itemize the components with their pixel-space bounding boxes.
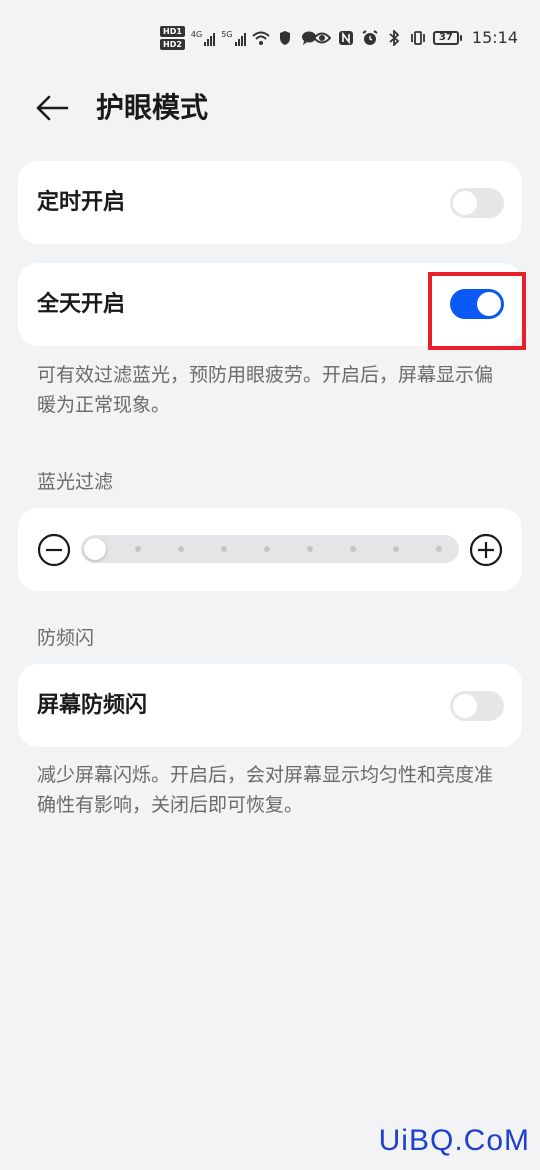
- arrow-left-icon[interactable]: [35, 95, 69, 121]
- nfc-icon: [337, 29, 355, 47]
- scheduled-toggle[interactable]: [450, 188, 504, 218]
- status-right-icons: 37 15:14: [312, 28, 518, 47]
- hd-badge-1: HD1: [160, 26, 185, 37]
- blue-light-slider[interactable]: [81, 535, 459, 563]
- status-left-icons: HD1 HD2 4G 5G: [160, 26, 318, 50]
- scheduled-label: 定时开启: [37, 190, 126, 215]
- hd-badge-2: HD2: [160, 39, 185, 50]
- blue-light-section-title: 蓝光过滤: [37, 471, 114, 493]
- plus-circle-icon[interactable]: [469, 533, 503, 567]
- flicker-label: 屏幕防频闪: [37, 693, 148, 718]
- highlight-box: [428, 272, 526, 350]
- status-bar: HD1 HD2 4G 5G 37 15:14: [0, 20, 540, 60]
- flicker-card[interactable]: 屏幕防频闪: [18, 664, 522, 747]
- blue-light-card: [18, 508, 522, 591]
- watermark: UiBQ.CoM: [378, 1124, 530, 1157]
- slider-thumb[interactable]: [84, 538, 106, 560]
- page-header: 护眼模式: [0, 78, 540, 138]
- signal-4g-icon: 4G: [191, 30, 216, 46]
- hd-badges: HD1 HD2: [160, 26, 185, 50]
- all-day-description: 可有效过滤蓝光，预防用眼疲劳。开启后，屏幕显示偏暖为正常现象。: [37, 364, 494, 416]
- bluetooth-icon: [385, 29, 403, 47]
- wifi-icon: [251, 29, 270, 47]
- shield-icon: [276, 29, 294, 47]
- signal-5g-icon: 5G: [221, 30, 246, 46]
- flicker-description: 减少屏幕闪烁。开启后，会对屏幕显示均匀性和亮度准确性有影响，关闭后即可恢复。: [37, 764, 494, 816]
- eye-icon: [312, 29, 331, 47]
- back-button[interactable]: [32, 90, 72, 126]
- flicker-section-title: 防频闪: [37, 627, 95, 649]
- vibrate-icon: [409, 29, 427, 47]
- all-day-label: 全天开启: [37, 292, 126, 317]
- alarm-icon: [361, 29, 379, 47]
- flicker-toggle[interactable]: [450, 691, 504, 721]
- minus-circle-icon[interactable]: [37, 533, 71, 567]
- scheduled-card[interactable]: 定时开启: [18, 161, 522, 244]
- clock: 15:14: [471, 28, 518, 47]
- page-title: 护眼模式: [96, 91, 209, 124]
- battery-icon: 37: [432, 30, 462, 45]
